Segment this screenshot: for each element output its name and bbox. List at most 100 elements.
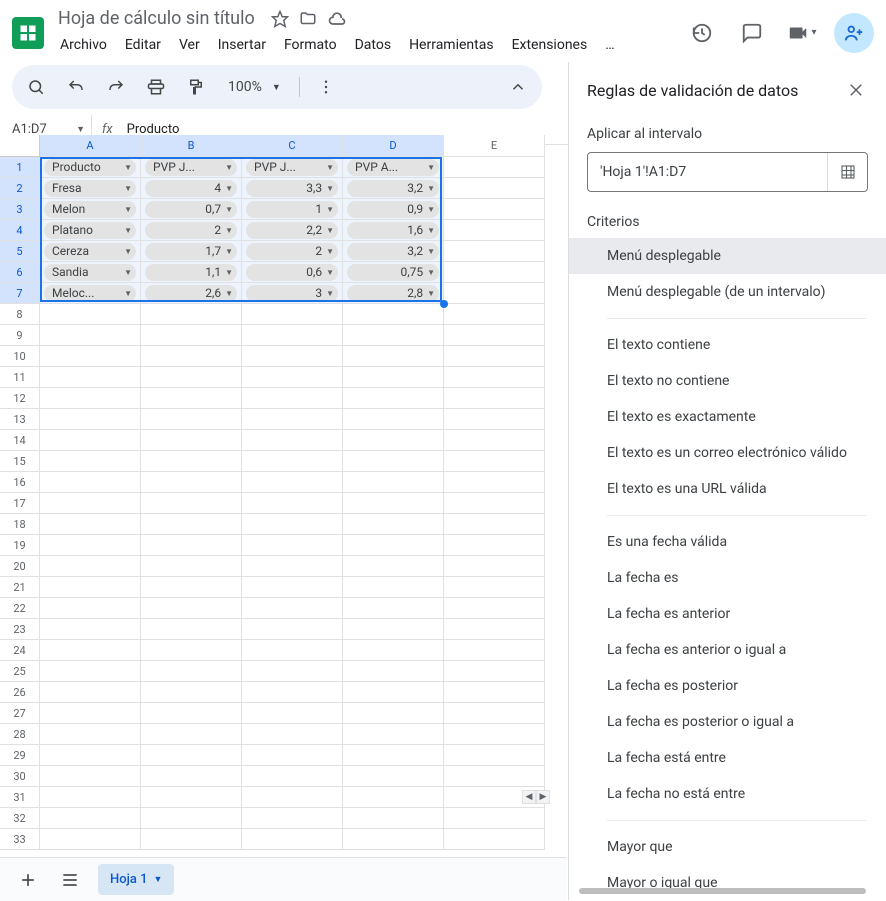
row-header[interactable]: 18	[0, 514, 40, 535]
cell[interactable]	[141, 367, 242, 388]
menu-item[interactable]: Insertar	[210, 33, 274, 57]
history-icon[interactable]	[684, 15, 720, 51]
select-range-icon[interactable]	[827, 153, 867, 191]
cell[interactable]: Melon▼	[40, 199, 141, 220]
cell[interactable]	[242, 451, 343, 472]
row-header[interactable]: 11	[0, 367, 40, 388]
menu-item[interactable]: Archivo	[52, 33, 115, 57]
cell[interactable]	[343, 514, 444, 535]
cell[interactable]	[141, 577, 242, 598]
cell[interactable]	[40, 808, 141, 829]
cell[interactable]	[343, 724, 444, 745]
cell[interactable]	[242, 556, 343, 577]
cell[interactable]: PVP J...▼	[141, 157, 242, 178]
menu-item[interactable]: Editar	[117, 33, 169, 57]
cell[interactable]	[141, 472, 242, 493]
row-header[interactable]: 27	[0, 703, 40, 724]
dropdown-chip[interactable]: 2,8▼	[347, 285, 439, 302]
criteria-option[interactable]: Menú desplegable	[569, 238, 886, 274]
cell[interactable]	[343, 346, 444, 367]
meet-icon[interactable]: ▾	[784, 15, 820, 51]
cell[interactable]	[444, 619, 545, 640]
cell[interactable]	[242, 493, 343, 514]
row-header[interactable]: 23	[0, 619, 40, 640]
cell[interactable]	[444, 157, 545, 178]
cell[interactable]	[40, 619, 141, 640]
cell[interactable]: 3▼	[242, 283, 343, 304]
cell[interactable]	[343, 766, 444, 787]
column-header[interactable]: C	[242, 135, 343, 157]
cell[interactable]	[40, 325, 141, 346]
cell[interactable]	[40, 703, 141, 724]
row-header[interactable]: 17	[0, 493, 40, 514]
cell[interactable]	[242, 766, 343, 787]
cell[interactable]: 2,6▼	[141, 283, 242, 304]
criteria-option[interactable]: Es una fecha válida	[569, 524, 886, 560]
cell[interactable]	[444, 682, 545, 703]
cell[interactable]: 1,1▼	[141, 262, 242, 283]
cell[interactable]	[40, 682, 141, 703]
cell[interactable]	[141, 514, 242, 535]
cell[interactable]	[444, 262, 545, 283]
dropdown-chip[interactable]: 2▼	[145, 222, 237, 239]
cell[interactable]	[343, 619, 444, 640]
column-header[interactable]: D	[343, 135, 444, 157]
cell[interactable]	[444, 178, 545, 199]
cell[interactable]	[343, 388, 444, 409]
cell[interactable]	[444, 640, 545, 661]
cell[interactable]: 1▼	[242, 199, 343, 220]
cell[interactable]	[40, 829, 141, 850]
dropdown-chip[interactable]: 1,7▼	[145, 243, 237, 260]
criteria-option[interactable]: El texto es un correo electrónico válido	[569, 435, 886, 471]
cell[interactable]	[141, 703, 242, 724]
row-header[interactable]: 10	[0, 346, 40, 367]
cell[interactable]	[40, 430, 141, 451]
dropdown-chip[interactable]: Platano▼	[44, 222, 136, 239]
row-header[interactable]: 3	[0, 199, 40, 220]
cell[interactable]	[242, 598, 343, 619]
cell[interactable]: 2,8▼	[343, 283, 444, 304]
cell[interactable]: 2▼	[242, 241, 343, 262]
cell[interactable]	[40, 661, 141, 682]
row-header[interactable]: 24	[0, 640, 40, 661]
cell[interactable]	[444, 199, 545, 220]
cell[interactable]	[343, 598, 444, 619]
cell[interactable]	[141, 346, 242, 367]
cell[interactable]	[242, 514, 343, 535]
menu-item[interactable]: Formato	[276, 33, 345, 57]
dropdown-chip[interactable]: 2,6▼	[145, 285, 237, 302]
row-header[interactable]: 14	[0, 430, 40, 451]
row-header[interactable]: 16	[0, 472, 40, 493]
cell[interactable]	[444, 661, 545, 682]
cell[interactable]	[444, 430, 545, 451]
cell[interactable]	[242, 325, 343, 346]
cell[interactable]	[444, 451, 545, 472]
cell[interactable]	[444, 724, 545, 745]
cell[interactable]	[141, 388, 242, 409]
cell[interactable]	[40, 766, 141, 787]
cloud-status-icon[interactable]	[327, 9, 347, 29]
menu-item[interactable]: Herramientas	[401, 33, 502, 57]
cell[interactable]	[141, 409, 242, 430]
close-icon[interactable]	[844, 78, 868, 102]
cell[interactable]	[343, 304, 444, 325]
cell[interactable]	[343, 493, 444, 514]
cell[interactable]	[343, 577, 444, 598]
row-header[interactable]: 2	[0, 178, 40, 199]
cell[interactable]: 2,2▼	[242, 220, 343, 241]
cell[interactable]	[242, 682, 343, 703]
row-header[interactable]: 22	[0, 598, 40, 619]
cell[interactable]	[444, 745, 545, 766]
cell[interactable]	[444, 535, 545, 556]
cell[interactable]	[343, 661, 444, 682]
cell[interactable]: Fresa▼	[40, 178, 141, 199]
dropdown-chip[interactable]: 0,6▼	[246, 264, 338, 281]
row-header[interactable]: 1	[0, 157, 40, 178]
cell[interactable]: 4▼	[141, 178, 242, 199]
row-header[interactable]: 29	[0, 745, 40, 766]
cell[interactable]: 0,75▼	[343, 262, 444, 283]
cell[interactable]	[141, 304, 242, 325]
zoom-control[interactable]: 100%▼	[222, 79, 287, 95]
cell[interactable]	[40, 745, 141, 766]
cell[interactable]	[444, 577, 545, 598]
